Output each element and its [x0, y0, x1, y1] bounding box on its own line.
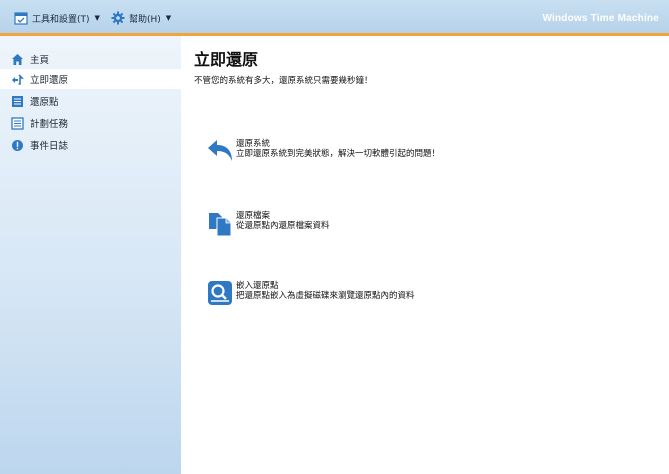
action-description: 把還原點嵌入為虛擬磁碟來瀏覽還原點內的資料 [236, 291, 415, 301]
files-icon [209, 213, 232, 237]
sidebar-item-restore-points[interactable]: 還原點 [0, 91, 181, 111]
help-label: 幫助(H) [129, 14, 161, 25]
chevron-down-icon: ▼ [94, 14, 100, 22]
tools-settings-label: 工具和設置(T) [32, 14, 90, 25]
gear-icon [111, 11, 125, 25]
calendar-icon [14, 12, 28, 25]
sidebar-item-restore-now[interactable]: 立即還原 [0, 69, 181, 89]
sidebar-item-label: 還原點 [30, 97, 59, 108]
restore-icon [12, 73, 24, 85]
restore-files-action[interactable]: 還原檔案 從還原點內還原檔案資料 [206, 209, 506, 239]
sidebar-item-label: 立即還原 [30, 75, 69, 86]
top-bar: 工具和設置(T) ▼ 幫助(H) ▼ Windows Time Machine [0, 0, 669, 33]
action-description: 立即還原系統到完美狀態，解決一切軟體引起的問題！ [236, 149, 441, 159]
home-icon [12, 53, 23, 65]
sidebar-item-label: 主頁 [30, 55, 50, 66]
restore-system-action[interactable]: 還原系統 立即還原系統到完美狀態，解決一切軟體引起的問題！ [206, 137, 506, 167]
main-panel: 立即還原 不管您的系統有多大，還原系統只需要幾秒鐘！ 還原系統 立即還原系統到完… [181, 36, 669, 474]
disk-search-icon [208, 281, 232, 305]
sidebar-item-event-log[interactable]: 事件日誌 [0, 135, 181, 155]
page-title: 立即還原 [194, 50, 259, 69]
mount-restore-point-action[interactable]: 嵌入還原點 把還原點嵌入為虛擬磁碟來瀏覽還原點內的資料 [206, 279, 506, 309]
sidebar: 主頁 立即還原 還原點 計劃任務 事件日誌 [0, 36, 181, 474]
app-title: Windows Time Machine [542, 13, 659, 24]
sidebar-item-label: 事件日誌 [30, 141, 69, 152]
tools-settings-menu[interactable]: 工具和設置(T) ▼ [14, 10, 100, 26]
chevron-down-icon: ▼ [165, 14, 172, 22]
help-menu[interactable]: 幫助(H) ▼ [111, 10, 171, 26]
page-subtitle: 不管您的系統有多大，還原系統只需要幾秒鐘！ [194, 76, 373, 86]
sidebar-item-scheduled-tasks[interactable]: 計劃任務 [0, 113, 181, 133]
event-log-icon [12, 139, 23, 151]
schedule-icon [11, 116, 24, 130]
restore-point-icon [12, 95, 23, 107]
sidebar-item-home[interactable]: 主頁 [0, 49, 181, 69]
undo-arrow-icon [208, 140, 232, 161]
sidebar-item-label: 計劃任務 [30, 119, 69, 130]
action-description: 從還原點內還原檔案資料 [236, 221, 330, 231]
